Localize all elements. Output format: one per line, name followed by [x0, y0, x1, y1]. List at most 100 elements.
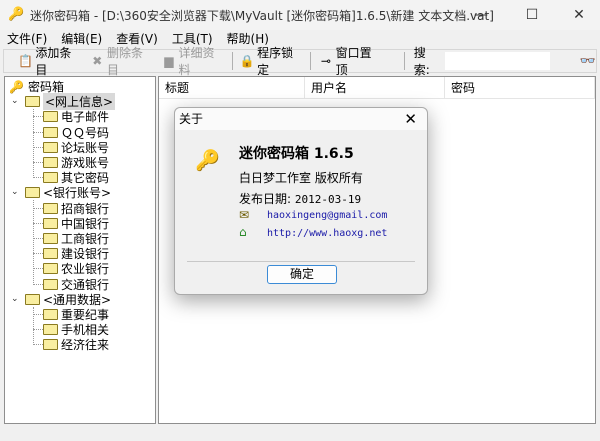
expand-chevron-icon[interactable]: ⌄ — [11, 96, 19, 106]
folder-icon — [43, 157, 58, 168]
tree-connector — [33, 253, 43, 255]
tree-group[interactable]: <银行账号> — [25, 185, 111, 200]
tree-item[interactable]: 经济往来 — [43, 337, 109, 352]
app-key-icon: 🔑 — [8, 7, 25, 22]
folder-icon — [43, 324, 58, 336]
open-folder-icon — [25, 187, 40, 199]
details-button[interactable]: ▆ 详细资料 — [157, 46, 229, 77]
date-label: 发布日期: — [239, 192, 292, 206]
home-icon: ⌂ — [239, 225, 247, 239]
tree-item[interactable]: 交通银行 — [43, 277, 109, 292]
tree-item-label: 经济往来 — [61, 338, 110, 353]
expand-chevron-icon[interactable]: ⌄ — [11, 187, 19, 197]
folder-icon — [43, 278, 58, 290]
title-bar: 🔑 迷你密码箱 - [D:\360安全浏览器下载\MyVault [迷你密码箱]… — [0, 0, 600, 30]
folder-icon — [43, 202, 58, 214]
tree-connector — [33, 162, 43, 163]
window-title: 迷你密码箱 - [D:\360安全浏览器下载\MyVault [迷你密码箱]1.… — [30, 8, 494, 23]
category-tree[interactable]: 🔑 密码箱 ⌄ <网上信息> 电子邮件 ＱＱ号码 论坛账号 游戏账号 其它密码 ⌄ <银行账号> 招… — [4, 76, 156, 424]
ok-button[interactable]: 确定 — [267, 265, 337, 284]
tree-connector — [33, 329, 43, 331]
open-folder-icon — [25, 293, 40, 305]
folder-icon — [43, 248, 58, 260]
minimize-button[interactable]: — — [458, 0, 504, 30]
details-icon: ▆ — [164, 54, 174, 68]
open-folder-icon — [25, 96, 40, 108]
tree-item[interactable]: 手机相关 — [43, 322, 109, 337]
folder-icon — [43, 339, 58, 351]
folder-icon — [43, 111, 58, 123]
pin-on-top-button[interactable]: ⊸ 窗口置顶 — [314, 46, 386, 77]
delete-label: 删除条目 — [106, 46, 143, 77]
add-icon: 📋 — [18, 54, 34, 68]
folder-icon — [43, 217, 58, 229]
tree-item[interactable]: 建设银行 — [43, 246, 109, 261]
add-label: 添加条目 — [35, 46, 72, 77]
tree-root[interactable]: 🔑 密码箱 — [9, 79, 64, 95]
tree-item[interactable]: 电子邮件 — [43, 109, 109, 124]
separator — [231, 52, 233, 70]
column-title[interactable]: 标题 — [159, 77, 305, 98]
tree-group[interactable]: <通用数据> — [25, 292, 111, 307]
tree-item[interactable]: 农业银行 — [43, 261, 109, 276]
tree-connector — [33, 109, 34, 179]
folder-icon — [43, 172, 58, 184]
dialog-title: 关于 — [179, 112, 204, 126]
tree-connector — [33, 238, 43, 239]
pin-label: 窗口置顶 — [335, 46, 372, 77]
column-username[interactable]: 用户名 — [305, 77, 445, 98]
tree-item[interactable]: 招商银行 — [43, 201, 109, 216]
tree-connector — [33, 314, 43, 315]
folder-icon — [43, 233, 58, 244]
delete-icon: ✖ — [92, 54, 103, 68]
release-date-row: 发布日期: 2012-03-19 — [239, 190, 361, 207]
dialog-divider — [187, 261, 415, 262]
tree-connector — [33, 283, 43, 285]
key-icon: 🔑 — [9, 79, 24, 94]
binoculars-search-icon[interactable]: 👓 — [580, 54, 596, 69]
close-button[interactable]: ✕ — [556, 0, 600, 30]
folder-icon — [43, 126, 58, 138]
tree-item[interactable]: 重要纪事 — [43, 307, 109, 322]
tree-item[interactable]: ＱＱ号码 — [43, 125, 109, 140]
folder-icon — [43, 141, 58, 153]
details-label: 详细资料 — [178, 46, 215, 77]
about-dialog: 关于 ✕ 🔑 迷你密码箱 1.6.5 白日梦工作室 版权所有 发布日期: 2012… — [174, 107, 428, 295]
tree-connector — [33, 116, 43, 118]
date-value: 2012-03-19 — [294, 193, 362, 206]
lock-label: 程序锁定 — [257, 46, 294, 77]
tree-item[interactable]: 工商银行 — [43, 231, 109, 246]
pin-icon: ⊸ — [320, 54, 331, 68]
app-key-icon: 🔑 — [195, 148, 220, 172]
tree-group[interactable]: <网上信息> — [25, 93, 116, 111]
search-input[interactable] — [444, 52, 550, 70]
mail-icon: ✉ — [239, 208, 250, 222]
lock-button[interactable]: 🔒 程序锁定 — [236, 46, 308, 77]
tree-item[interactable]: 其它密码 — [43, 170, 109, 185]
tree-connector — [33, 268, 43, 270]
delete-entry-button[interactable]: ✖ 删除条目 — [86, 46, 158, 77]
dialog-close-button[interactable]: ✕ — [404, 108, 417, 130]
tree-item[interactable]: 游戏账号 — [43, 155, 109, 170]
tree-connector — [33, 222, 43, 224]
copyright: 白日梦工作室 版权所有 — [239, 171, 363, 185]
lock-icon: 🔒 — [239, 54, 255, 68]
website-link[interactable]: http://www.haoxg.net — [267, 228, 387, 239]
tree-connector — [33, 344, 43, 346]
tree-connector — [33, 207, 43, 209]
add-entry-button[interactable]: 📋 添加条目 — [14, 46, 86, 77]
toolbar: 📋 添加条目 ✖ 删除条目 ▆ 详细资料 🔒 程序锁定 ⊸ 窗口置顶 搜索: 👓 — [3, 46, 597, 77]
folder-icon — [43, 263, 58, 275]
list-header: 标题 用户名 密码 — [159, 77, 595, 99]
email-link[interactable]: haoxingeng@gmail.com — [267, 210, 387, 221]
search-label: 搜索: — [413, 46, 430, 77]
maximize-button[interactable]: ☐ — [509, 0, 555, 30]
tree-connector — [33, 306, 34, 346]
tree-item[interactable]: 论坛账号 — [43, 140, 109, 155]
tree-connector — [33, 146, 43, 148]
tree-connector — [33, 131, 43, 133]
column-password[interactable]: 密码 — [445, 77, 595, 98]
app-name-version: 迷你密码箱 1.6.5 — [239, 146, 354, 162]
expand-chevron-icon[interactable]: ⌄ — [11, 294, 19, 304]
tree-item[interactable]: 中国银行 — [43, 216, 109, 231]
